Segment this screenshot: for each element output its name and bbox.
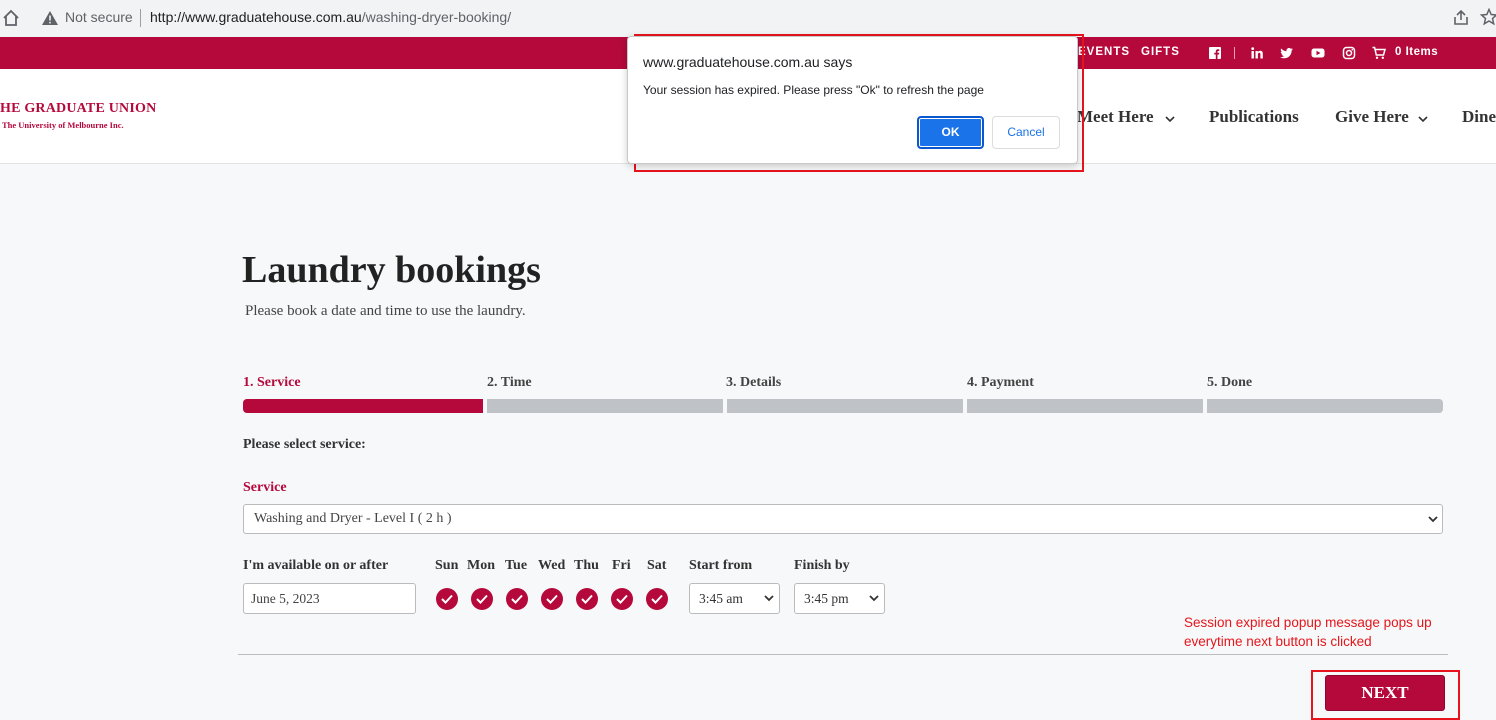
annotation-note-line2: everytime next button is clicked [1184, 634, 1372, 649]
check-icon [441, 594, 453, 604]
facebook-icon[interactable] [1208, 46, 1222, 60]
check-icon [651, 594, 663, 604]
form-divider [238, 654, 1448, 655]
service-label: Service [243, 480, 287, 495]
chevron-down-icon [764, 595, 774, 602]
start-from-label: Start from [689, 558, 753, 573]
step-service: 1. Service [243, 375, 301, 390]
check-icon [476, 594, 488, 604]
topbar-link-events[interactable]: EVENTS [1078, 46, 1130, 58]
day-label-tue: Tue [505, 558, 528, 573]
cart-icon[interactable] [1372, 46, 1386, 60]
service-select-value: Washing and Dryer - Level I ( 2 h ) [254, 511, 452, 526]
select-service-prompt: Please select service: [243, 437, 366, 452]
start-time-value: 3:45 am [699, 591, 743, 606]
day-checkbox-mon[interactable] [471, 588, 493, 610]
cart-count[interactable]: 0 Items [1395, 46, 1438, 58]
dialog-cancel-button[interactable]: Cancel [992, 116, 1060, 149]
step-bar-time [487, 399, 723, 413]
omnibox-separator [140, 9, 141, 27]
home-icon[interactable] [2, 9, 20, 27]
youtube-icon[interactable] [1311, 46, 1325, 60]
day-checkbox-sat[interactable] [646, 588, 668, 610]
step-bar-done [1207, 399, 1443, 413]
nav-meet-here[interactable]: Meet Here [1077, 107, 1154, 127]
service-select[interactable]: Washing and Dryer - Level I ( 2 h ) [243, 504, 1443, 534]
dialog-message: Your session has expired. Please press "… [643, 83, 984, 97]
url-host: http://www.graduatehouse.com.au [150, 9, 362, 25]
check-icon [511, 594, 523, 604]
warning-icon [42, 11, 58, 25]
step-payment: 4. Payment [967, 375, 1034, 390]
logo-subtitle: The University of Melbourne Inc. [2, 120, 124, 130]
page-title: Laundry bookings [242, 249, 541, 291]
day-checkbox-wed[interactable] [541, 588, 563, 610]
topbar-link-gifts[interactable]: GIFTS [1141, 46, 1180, 58]
url-text[interactable]: http://www.graduatehouse.com.au/washing-… [150, 9, 511, 25]
date-input-value: June 5, 2023 [251, 591, 320, 606]
day-label-sat: Sat [647, 558, 667, 573]
omnibox[interactable]: Not secure http://www.graduatehouse.com.… [32, 5, 1452, 31]
day-label-thu: Thu [574, 558, 599, 573]
check-icon [546, 594, 558, 604]
linkedin-icon[interactable] [1250, 46, 1264, 60]
dialog-ok-button[interactable]: OK [917, 116, 984, 149]
bookmark-star-icon[interactable] [1480, 8, 1496, 26]
instagram-icon[interactable] [1342, 46, 1356, 60]
finish-time-select[interactable]: 3:45 pm [794, 583, 885, 614]
check-icon [616, 594, 628, 604]
browser-address-bar: Not secure http://www.graduatehouse.com.… [0, 0, 1496, 38]
url-path: /washing-dryer-booking/ [361, 9, 512, 25]
step-bar-service [243, 399, 483, 413]
day-checkbox-fri[interactable] [611, 588, 633, 610]
session-expired-dialog: www.graduatehouse.com.au says Your sessi… [627, 36, 1078, 164]
day-checkbox-sun[interactable] [436, 588, 458, 610]
step-time: 2. Time [487, 375, 532, 390]
social-divider [1234, 47, 1235, 59]
step-bar-payment [967, 399, 1203, 413]
finish-by-label: Finish by [794, 558, 850, 573]
step-done: 5. Done [1207, 375, 1253, 390]
check-icon [581, 594, 593, 604]
twitter-icon[interactable] [1280, 46, 1294, 60]
day-label-fri: Fri [612, 558, 631, 573]
share-icon[interactable] [1452, 9, 1470, 27]
dialog-title: www.graduatehouse.com.au says [643, 54, 853, 70]
chevron-down-icon [869, 595, 879, 602]
chevron-down-icon[interactable] [1165, 115, 1175, 123]
finish-time-value: 3:45 pm [804, 591, 849, 606]
step-bar-details [727, 399, 963, 413]
day-label-mon: Mon [467, 558, 495, 573]
day-label-sun: Sun [435, 558, 459, 573]
day-checkbox-thu[interactable] [576, 588, 598, 610]
chevron-down-icon [1428, 516, 1438, 523]
day-checkbox-tue[interactable] [506, 588, 528, 610]
security-label[interactable]: Not secure [65, 9, 133, 25]
start-time-select[interactable]: 3:45 am [689, 583, 780, 614]
nav-publications[interactable]: Publications [1209, 107, 1299, 127]
page-subtitle: Please book a date and time to use the l… [245, 303, 526, 319]
day-label-wed: Wed [538, 558, 566, 573]
annotation-note-line1: Session expired popup message pops up [1184, 615, 1432, 630]
step-details: 3. Details [726, 375, 782, 390]
annotation-note: Session expired popup message pops up ev… [1184, 613, 1432, 651]
nav-dine[interactable]: Dine [1462, 107, 1496, 127]
logo-title[interactable]: HE GRADUATE UNION [0, 101, 156, 117]
nav-give-here[interactable]: Give Here [1335, 107, 1409, 127]
annotation-box-next [1311, 670, 1460, 720]
chevron-down-icon[interactable] [1418, 115, 1428, 123]
available-label: I'm available on or after [243, 558, 389, 573]
date-input[interactable]: June 5, 2023 [243, 583, 416, 614]
